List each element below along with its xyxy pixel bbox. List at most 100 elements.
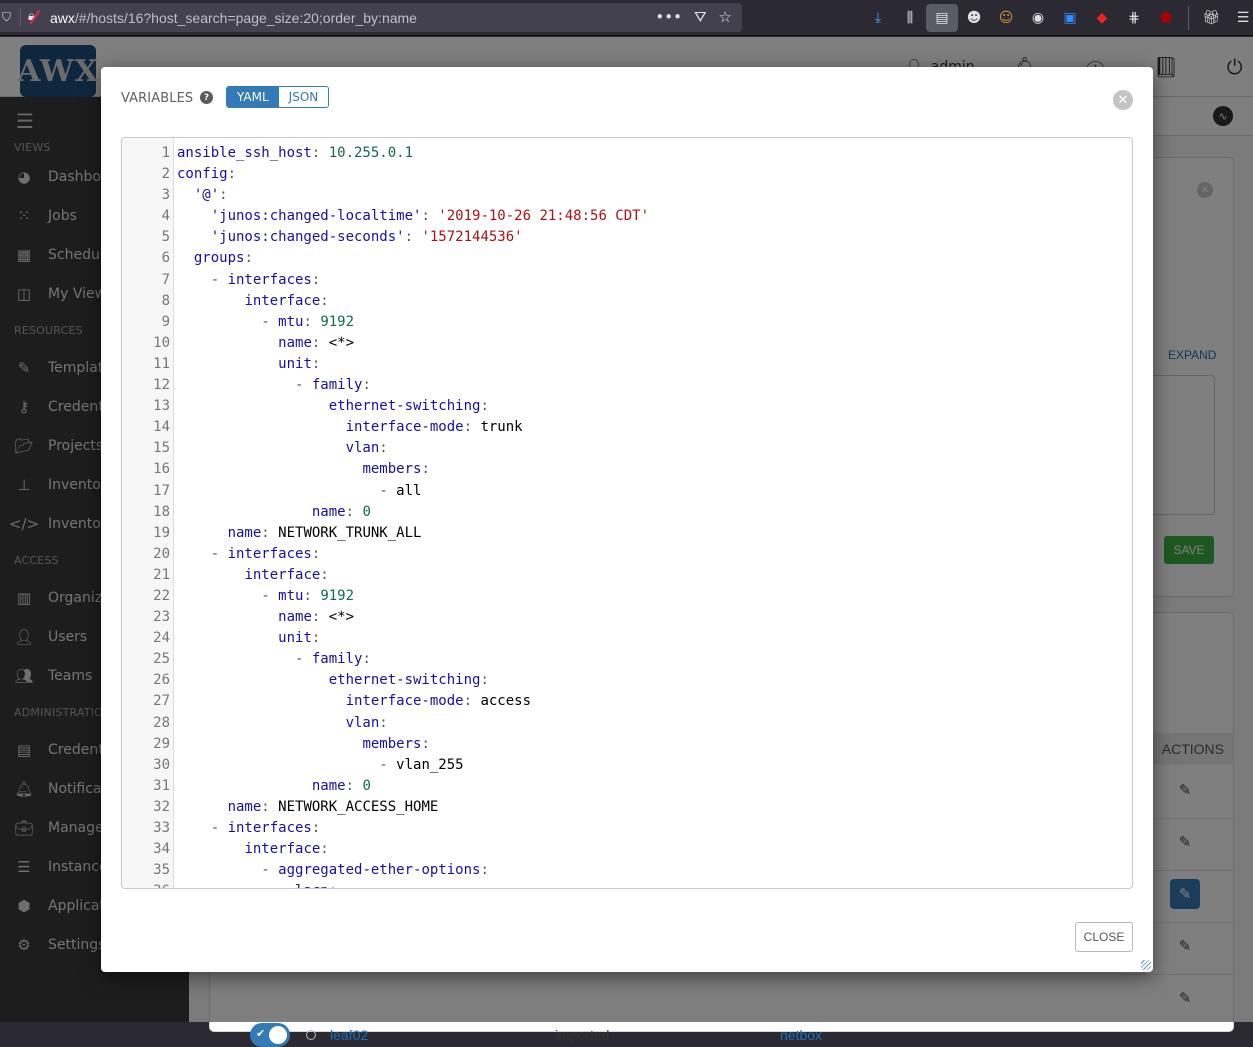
resize-handle[interactable] (1141, 960, 1151, 970)
code-line: 16 members: (122, 459, 1132, 480)
code-line: 27 interface-mode: access (122, 691, 1132, 712)
close-button[interactable]: CLOSE (1075, 922, 1133, 952)
line-number: 33 (153, 820, 170, 836)
line-content: - mtu: 9192 (170, 312, 354, 333)
whats-new-gift-icon[interactable]: 🎁︎ (1195, 4, 1227, 32)
yaml-key: name (227, 798, 262, 815)
browser-toolbar: ⛉ 🔒︎ awx/#/hosts/16?host_search=page_siz… (0, 0, 1253, 36)
yaml-punct: : (311, 355, 321, 372)
bookmark-star-icon[interactable]: ☆ (719, 8, 732, 26)
host-name-link[interactable]: leaf02 (330, 1027, 368, 1043)
yaml-key: interfaces (227, 545, 312, 562)
code-line: 6 groups: (122, 248, 1132, 269)
yaml-punct: - (177, 313, 279, 330)
ublock-icon[interactable]: ⬟ (1150, 4, 1182, 32)
line-number: 32 (153, 798, 170, 815)
host-enabled-toggle[interactable] (250, 1023, 290, 1047)
yaml-key: 'junos:changed-seconds' (210, 229, 405, 246)
host-inventory-link[interactable]: netbox (780, 1027, 822, 1043)
yaml-value: trunk (480, 419, 523, 436)
line-content: interface: (170, 839, 328, 860)
line-number: 3 (161, 187, 170, 204)
code-editor[interactable]: 1 ansible_ssh_host: 10.255.0.1 2 config: 3 '… (121, 137, 1133, 889)
code-line: 32 name: NETWORK_ACCESS_HOME (122, 797, 1132, 818)
line-number: 14 (153, 419, 170, 436)
line-content: - interfaces: (170, 544, 321, 565)
line-number: 23 (153, 609, 170, 626)
yaml-punct: : (379, 440, 388, 457)
yaml-toggle-button[interactable]: YAML (227, 87, 279, 107)
extension-red-icon[interactable]: ◆ (1086, 4, 1118, 32)
pocket-icon[interactable]: ⛛ (694, 8, 707, 26)
yaml-punct (177, 293, 244, 309)
code-line: 30 - vlan_255 (122, 755, 1132, 776)
code-line: 29 members: (122, 734, 1132, 755)
host-status-icon (306, 1030, 316, 1040)
yaml-key: ansible_ssh_host (177, 145, 312, 161)
code-line: 8 interface: (122, 291, 1132, 312)
yaml-punct (177, 187, 194, 203)
code-line: 22 - mtu: 9192 (122, 586, 1132, 607)
menu-icon[interactable]: ☰ (1227, 4, 1253, 32)
line-content: unit: (170, 354, 320, 375)
yaml-punct: : (244, 250, 253, 267)
yaml-value: NETWORK_TRUNK_ALL (278, 524, 422, 541)
code-line: 1 ansible_ssh_host: 10.255.0.1 (122, 143, 1132, 164)
account-icon[interactable]: ☻ (958, 4, 990, 32)
url-text[interactable]: awx/#/hosts/16?host_search=page_size:20;… (50, 10, 417, 26)
yaml-key: members (362, 735, 422, 752)
yaml-key: mtu (278, 587, 304, 604)
line-number: 26 (153, 672, 170, 689)
more-icon[interactable]: ••• (655, 8, 682, 26)
host-description: imported (555, 1027, 610, 1043)
url-bar[interactable]: ⛉ 🔒︎ awx/#/hosts/16?host_search=page_siz… (0, 3, 742, 32)
table-row: leaf02 imported netbox (250, 1023, 822, 1047)
yaml-key: mtu (278, 313, 304, 330)
yaml-punct: - (177, 377, 312, 394)
yaml-punct (177, 609, 278, 625)
yaml-punct: : (261, 798, 279, 815)
yaml-punct: : (463, 419, 481, 436)
line-content: - vlan_255 (170, 755, 463, 776)
json-toggle-button[interactable]: JSON (278, 87, 329, 107)
yaml-punct: : (345, 503, 363, 520)
yaml-key: unit (278, 355, 312, 372)
help-question-icon[interactable]: ? (200, 91, 213, 104)
variables-modal: VARIABLES ? YAML JSON ✕ 1 ansible_ssh_hos… (101, 67, 1153, 972)
code-line: 4 'junos:changed-localtime': '2019-10-26… (122, 206, 1132, 227)
line-number: 12 (153, 377, 170, 394)
yaml-number: 0 (362, 503, 371, 520)
reader-view-icon[interactable]: ▤ (926, 4, 958, 32)
code-line: 33 - interfaces: (122, 818, 1132, 839)
yaml-punct: : (379, 714, 388, 731)
line-content: ansible_ssh_host: 10.255.0.1 (170, 143, 413, 164)
format-toggle: YAML JSON (226, 86, 330, 108)
code-line: 28 vlan: (122, 713, 1132, 734)
toolbar-separator (1188, 6, 1189, 30)
yaml-punct (177, 250, 194, 266)
code-content[interactable]: 1 ansible_ssh_host: 10.255.0.1 2 config: 3 '… (122, 143, 1132, 888)
yaml-punct: : (362, 651, 371, 668)
yaml-punct: : (311, 271, 321, 288)
line-number: 20 (153, 545, 170, 562)
yaml-key: '@' (193, 187, 220, 204)
tracking-shield-icon[interactable]: ⛉ (2, 10, 11, 25)
yaml-punct (177, 799, 228, 815)
yaml-punct: : (480, 398, 489, 415)
yaml-string: '1572144536' (421, 229, 523, 246)
yaml-punct: : (480, 672, 489, 689)
line-content: '@': (170, 185, 228, 206)
library-icon[interactable]: ⫼ (894, 4, 926, 32)
url-separator (20, 8, 21, 27)
yaml-punct (177, 778, 312, 794)
line-content: - mtu: 9192 (170, 586, 354, 607)
tampermonkey-icon[interactable]: ☺ (990, 4, 1022, 32)
insecure-lock-icon[interactable]: 🔒︎ (28, 9, 35, 24)
yaml-key: unit (278, 630, 312, 647)
zoom-icon[interactable]: ▣ (1054, 4, 1086, 32)
extension-1password-icon[interactable]: ◉ (1022, 4, 1054, 32)
extension-grid-icon[interactable]: ⋕ (1118, 4, 1150, 32)
yaml-number: 9192 (320, 313, 355, 330)
modal-close-icon[interactable]: ✕ (1113, 90, 1133, 110)
download-icon[interactable]: ⤓ (862, 4, 894, 32)
